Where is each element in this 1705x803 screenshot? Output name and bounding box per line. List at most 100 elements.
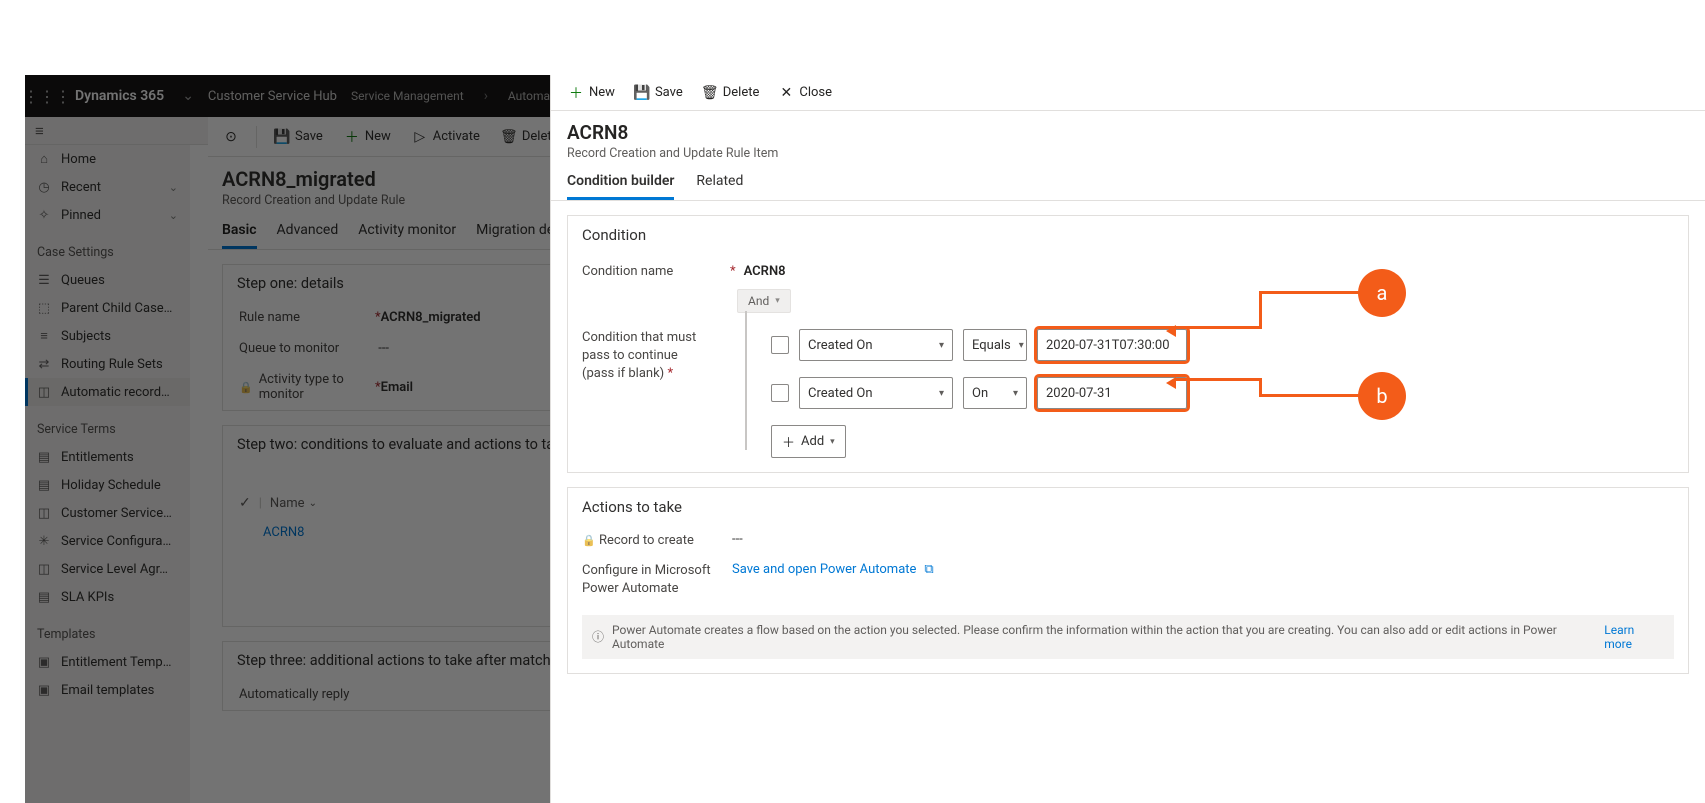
value-input-b[interactable]: 2020-07-31 (1037, 377, 1187, 409)
nav-holiday[interactable]: ▤ Holiday Schedule (25, 471, 190, 499)
lock-icon: 🔒 (582, 534, 596, 547)
tab-basic[interactable]: Basic (222, 222, 257, 249)
nav-parent-child[interactable]: ⬚Parent Child Case… (25, 294, 190, 322)
add-label: Add (801, 434, 824, 449)
activity-type-label: 🔒Activity type to monitor (239, 372, 369, 402)
nav-sc-label: Service Configura… (61, 534, 171, 549)
external-link-icon: ⧉ (924, 562, 933, 577)
tab-condition-builder[interactable]: Condition builder (567, 173, 674, 200)
activate-button[interactable]: ▷Activate (405, 125, 488, 148)
nav-sla-label: Service Level Agr… (61, 562, 168, 577)
nav-et-label: Entitlement Temp… (61, 655, 171, 670)
and-operator-chip[interactable]: And ▾ (737, 289, 791, 313)
panel-new-label: New (589, 85, 615, 100)
nav-entitlements[interactable]: ▤Entitlements (25, 443, 190, 471)
nav-ent-label: Entitlements (61, 450, 134, 465)
nav-sla[interactable]: ◫Service Level Agr… (25, 555, 190, 583)
nav-recent[interactable]: ◷Recent⌄ (25, 173, 190, 201)
chevron-down-icon: ▾ (1019, 340, 1024, 351)
condition-row-1: Created On ▾ Equals▾ 2020-07-31T07:30:00 (771, 329, 1674, 361)
operator-select[interactable]: On▾ (963, 377, 1027, 409)
panel-header: ACRN8 Record Creation and Update Rule It… (551, 111, 1705, 163)
chevron-down-icon: ▾ (775, 296, 780, 306)
tab-advanced[interactable]: Advanced (277, 222, 339, 249)
record-to-create-row: 🔒 Record to create --- (568, 526, 1688, 556)
panel-close-button[interactable]: ✕Close (771, 81, 840, 104)
nav-customer-service[interactable]: ◫Customer Service… (25, 499, 190, 527)
brand-label: Dynamics 365 (75, 88, 164, 104)
and-label: And (748, 294, 769, 308)
connector-line (745, 311, 747, 450)
queue-label: Queue to monitor (239, 341, 369, 356)
case-icon: ⬚ (37, 301, 51, 315)
tab-activity-monitor[interactable]: Activity monitor (358, 222, 456, 249)
chevron-down-icon: ▾ (830, 437, 835, 447)
chevron-down-icon[interactable]: ⌄ (182, 88, 194, 104)
nav-home[interactable]: ⌂Home (25, 145, 190, 173)
add-condition-button[interactable]: ＋ Add ▾ (771, 425, 846, 458)
nav-emt-label: Email templates (61, 683, 154, 698)
save-button[interactable]: 💾Save (267, 125, 331, 148)
row-checkbox[interactable] (771, 336, 789, 354)
value-text: 2020-07-31 (1046, 386, 1112, 401)
checkmark-icon[interactable]: ✓ (239, 495, 251, 511)
operator-select[interactable]: Equals▾ (963, 329, 1027, 361)
breadcrumb-1[interactable]: Service Management (351, 89, 464, 103)
record-value[interactable]: --- (732, 532, 743, 547)
configure-label: Configure in Microsoft Power Automate (582, 562, 732, 598)
app-name[interactable]: Customer Service Hub (208, 89, 337, 104)
learn-more-link[interactable]: Learn more (1604, 623, 1664, 651)
rule-name-label: Rule name (239, 310, 369, 325)
nav-sla-kpis[interactable]: ▤ SLA KPIs (25, 583, 190, 611)
required-marker: * (375, 310, 381, 325)
back-button[interactable]: ⊙ (216, 126, 246, 148)
queue-value[interactable]: --- (378, 341, 389, 356)
chevron-down-icon: ⌄ (309, 498, 317, 509)
value-input-a[interactable]: 2020-07-31T07:30:00 (1037, 329, 1187, 361)
nav-pinned[interactable]: ✧Pinned⌄ (25, 201, 190, 229)
waffle-icon[interactable]: ⋮⋮⋮ (33, 82, 61, 110)
condition-name-label: Condition name (582, 258, 722, 279)
tab-related[interactable]: Related (696, 173, 743, 200)
panel-command-bar: ＋New 💾Save 🗑Delete ✕Close (551, 75, 1705, 111)
panel-new-button[interactable]: ＋New (561, 81, 623, 104)
home-icon: ⌂ (37, 152, 51, 166)
hamburger-icon[interactable]: ≡ (35, 122, 44, 140)
kpi-icon: ▤ (37, 590, 51, 604)
nav-subjects[interactable]: ≡Subjects (25, 322, 190, 350)
trash-icon: 🗑 (502, 130, 516, 144)
panel-close-label: Close (799, 85, 832, 100)
template-icon: ▣ (37, 655, 51, 669)
nav-entitlement-temp[interactable]: ▣ Entitlement Temp… (25, 648, 190, 676)
nav-holiday-label: Holiday Schedule (61, 478, 161, 493)
nav-routing-rules[interactable]: ⇄Routing Rule Sets (25, 350, 190, 378)
left-nav: ⌂Home ◷Recent⌄ ✧Pinned⌄ Case Settings ☰Q… (25, 145, 190, 803)
row-checkbox[interactable] (771, 384, 789, 402)
nav-routing-label: Routing Rule Sets (61, 357, 163, 372)
separator (256, 126, 257, 148)
rule-name-value[interactable]: ACRN8_migrated (381, 310, 481, 325)
condition-name-value[interactable]: ACRN8 (744, 258, 786, 279)
calendar-icon: ▤ (37, 478, 51, 492)
panel-delete-button[interactable]: 🗑Delete (695, 81, 768, 104)
save-open-power-automate-link[interactable]: Save and open Power Automate ⧉ (732, 562, 934, 577)
nav-email-templates[interactable]: ▣Email templates (25, 676, 190, 704)
activate-label: Activate (433, 129, 480, 144)
nav-queues[interactable]: ☰Queues (25, 266, 190, 294)
col-name[interactable]: Name⌄ (270, 496, 317, 511)
nav-kpi-label: SLA KPIs (61, 590, 114, 605)
chevron-down-icon: ▾ (939, 340, 944, 351)
nav-service-config[interactable]: ✳Service Configura… (25, 527, 190, 555)
field-select[interactable]: Created On ▾ (799, 329, 953, 361)
panel-save-button[interactable]: 💾Save (627, 81, 691, 104)
nav-group-case-settings: Case Settings (25, 229, 190, 266)
field-select[interactable]: Created On▾ (799, 377, 953, 409)
service-icon: ◫ (37, 506, 51, 520)
new-button[interactable]: ＋New (337, 125, 399, 148)
list-icon: ≡ (37, 329, 51, 343)
panel-save-label: Save (655, 85, 683, 100)
nav-automatic-record[interactable]: ◫Automatic record… (25, 378, 190, 406)
condition-group: Condition Condition name * ACRN8 Conditi… (567, 215, 1689, 473)
plus-icon: ＋ (782, 432, 795, 451)
field-value: Created On (808, 338, 873, 353)
